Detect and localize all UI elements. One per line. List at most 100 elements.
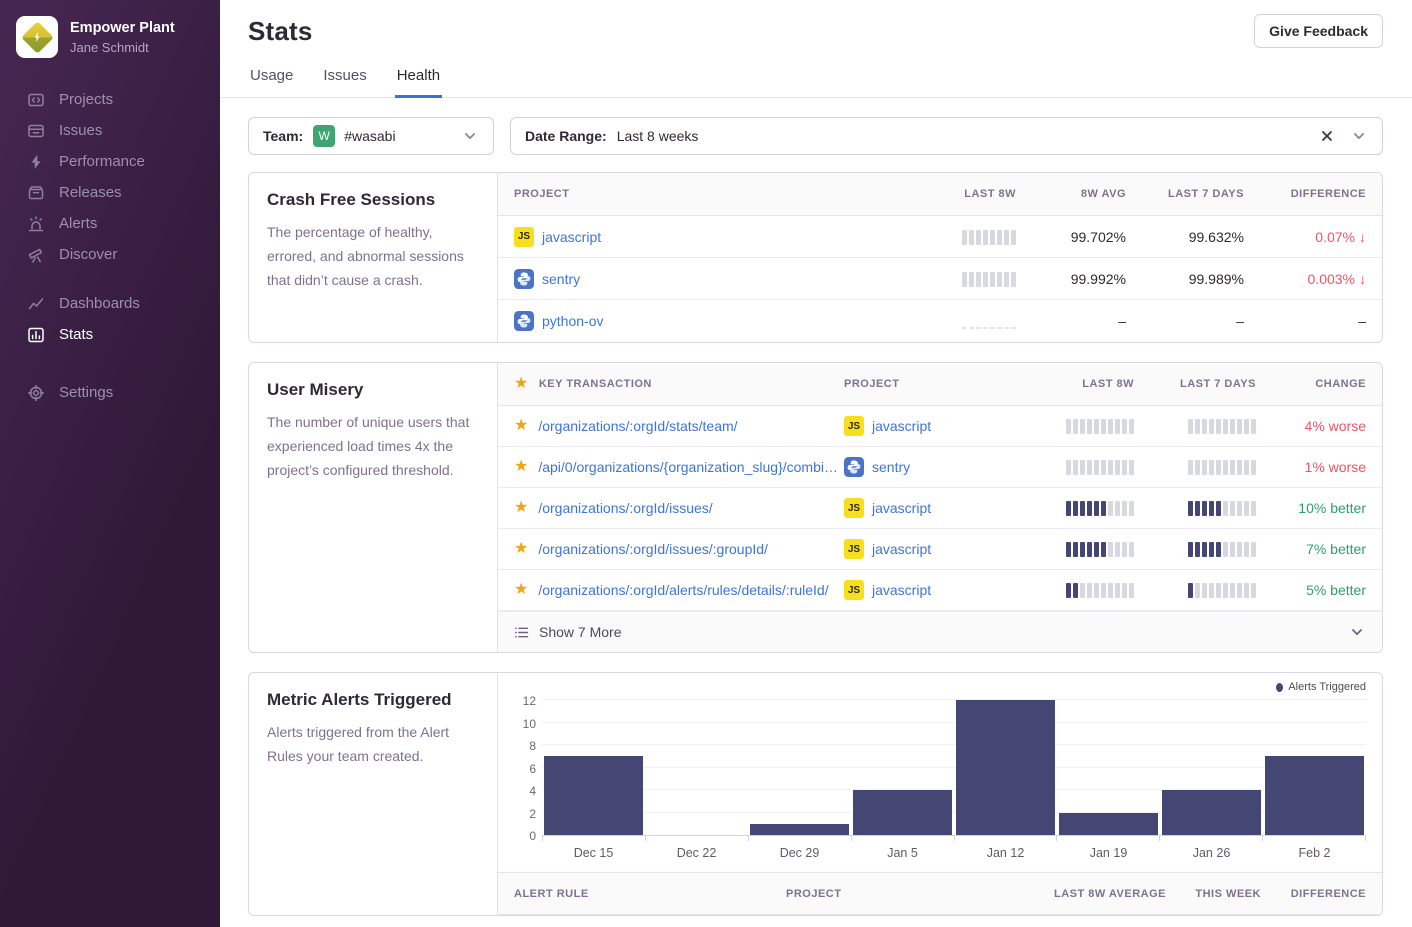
project-link[interactable]: javascript — [872, 418, 931, 434]
org-switcher[interactable]: Empower Plant Jane Schmidt — [0, 16, 220, 58]
chevron-down-icon[interactable] — [1350, 127, 1368, 145]
releases-icon — [27, 184, 45, 202]
project-link[interactable]: javascript — [872, 541, 931, 557]
panel-subtitle: The percentage of healthy, errored, and … — [267, 220, 479, 292]
date-range-select[interactable]: Date Range: Last 8 weeks — [510, 117, 1383, 155]
panel-subtitle: Alerts triggered from the Alert Rules yo… — [267, 720, 479, 768]
clear-icon[interactable] — [1318, 127, 1336, 145]
org-logo — [16, 16, 58, 58]
projects-icon — [27, 91, 45, 109]
python-platform-icon: JS — [844, 457, 864, 477]
sidebar: Empower Plant Jane Schmidt Projects Issu… — [0, 0, 220, 927]
org-name: Empower Plant — [70, 19, 175, 37]
project-link[interactable]: sentry — [872, 459, 910, 475]
date-range-label: Date Range: — [525, 128, 607, 144]
sidebar-item-dashboards[interactable]: Dashboards — [0, 288, 220, 319]
transaction-link[interactable]: /organizations/:orgId/alerts/rules/detai… — [538, 582, 828, 598]
performance-icon — [27, 153, 45, 171]
sidebar-item-alerts[interactable]: Alerts — [0, 208, 220, 239]
table-row: ★ /organizations/:orgId/stats/team/ JS jav… — [498, 406, 1382, 447]
chart-y-axis: 024681012 — [510, 701, 542, 836]
team-avatar: W — [313, 125, 335, 147]
javascript-platform-icon: JS — [514, 227, 534, 247]
alerts-chart-plot — [542, 701, 1366, 836]
page-header: Stats Give Feedback — [220, 0, 1412, 47]
org-user: Jane Schmidt — [70, 40, 175, 55]
sparkline-last-7-days — [1188, 459, 1256, 475]
project-link[interactable]: sentry — [542, 271, 580, 287]
table-header: PROJECT LAST 8W 8W AVG LAST 7 DAYS DIFFE… — [498, 173, 1382, 216]
sparkline-last-8w — [1066, 541, 1134, 557]
team-select[interactable]: Team: W #wasabi — [248, 117, 494, 155]
alerts-triggered-chart: Alerts Triggered 024681012 Dec 15Dec 22D… — [498, 673, 1382, 872]
filter-bar: Team: W #wasabi Date Range: Last 8 weeks — [248, 117, 1383, 155]
avg-8w-value: – — [1016, 313, 1126, 329]
python-platform-icon: JS — [514, 311, 534, 331]
sidebar-nav: Projects Issues Performance Releases Ale… — [0, 84, 220, 408]
tab-health[interactable]: Health — [395, 67, 442, 98]
panel-title: Metric Alerts Triggered — [267, 690, 479, 710]
tab-usage[interactable]: Usage — [248, 67, 295, 98]
sidebar-item-performance[interactable]: Performance — [0, 146, 220, 177]
difference-value: 0.07%↓ — [1315, 229, 1366, 245]
sidebar-item-projects[interactable]: Projects — [0, 84, 220, 115]
give-feedback-button[interactable]: Give Feedback — [1254, 14, 1383, 48]
change-value: 1% worse — [1305, 459, 1366, 475]
change-value: 7% better — [1306, 541, 1366, 557]
sparkline-last-8w — [962, 313, 1016, 329]
sidebar-item-discover[interactable]: Discover — [0, 239, 220, 270]
change-value: 4% worse — [1305, 418, 1366, 434]
user-misery-table: ★KEY TRANSACTION PROJECT LAST 8W LAST 7 … — [498, 363, 1382, 652]
project-link[interactable]: javascript — [542, 229, 601, 245]
project-link[interactable]: javascript — [872, 500, 931, 516]
sidebar-item-releases[interactable]: Releases — [0, 177, 220, 208]
team-select-value: #wasabi — [344, 128, 395, 144]
transaction-link[interactable]: /api/0/organizations/{organization_slug}… — [538, 459, 844, 475]
sparkline-last-8w — [1066, 459, 1134, 475]
transaction-link[interactable]: /organizations/:orgId/stats/team/ — [538, 418, 737, 434]
panel-title: Crash Free Sessions — [267, 190, 479, 210]
key-transaction-star-icon[interactable]: ★ — [514, 582, 528, 598]
sparkline-last-7-days — [1188, 541, 1256, 557]
transaction-link[interactable]: /organizations/:orgId/issues/:groupId/ — [538, 541, 768, 557]
key-transaction-star-icon[interactable]: ★ — [514, 500, 528, 516]
javascript-platform-icon: JS — [844, 498, 864, 518]
javascript-platform-icon: JS — [844, 416, 864, 436]
sparkline-last-8w — [1066, 582, 1134, 598]
transaction-link[interactable]: /organizations/:orgId/issues/ — [538, 500, 712, 516]
key-transaction-star-icon[interactable]: ★ — [514, 418, 528, 434]
panel-title: User Misery — [267, 380, 479, 400]
metric-alerts-body: Alerts Triggered 024681012 Dec 15Dec 22D… — [498, 673, 1382, 915]
arrow-down-icon: ↓ — [1359, 229, 1366, 245]
crash-free-description: Crash Free Sessions The percentage of he… — [249, 173, 498, 342]
chevron-down-icon — [461, 127, 479, 145]
chart-legend[interactable]: Alerts Triggered — [1276, 681, 1366, 693]
javascript-platform-icon: JS — [844, 580, 864, 600]
crash-free-sessions-panel: Crash Free Sessions The percentage of he… — [248, 172, 1383, 343]
bolt-icon — [29, 29, 45, 45]
metric-alerts-panel: Metric Alerts Triggered Alerts triggered… — [248, 672, 1383, 916]
sidebar-item-stats[interactable]: Stats — [0, 319, 220, 350]
chevron-down-icon — [1348, 623, 1366, 641]
show-more-button[interactable]: Show 7 More — [498, 611, 1382, 652]
sidebar-item-issues[interactable]: Issues — [0, 115, 220, 146]
team-select-label: Team: — [263, 128, 303, 144]
key-transaction-star-icon[interactable]: ★ — [514, 541, 528, 557]
chart-bars — [542, 701, 1366, 835]
difference-value: 0.003%↓ — [1308, 271, 1366, 287]
python-platform-icon: JS — [514, 269, 534, 289]
project-link[interactable]: python-ov — [542, 313, 603, 329]
sparkline-last-7-days — [1188, 582, 1256, 598]
table-row: JS javascript 99.702% 99.632% 0.07%↓ — [498, 216, 1382, 258]
change-value: 10% better — [1298, 500, 1366, 516]
sparkline-last-8w — [962, 229, 1016, 245]
project-link[interactable]: javascript — [872, 582, 931, 598]
avg-8w-value: 99.992% — [1016, 271, 1126, 287]
panel-subtitle: The number of unique users that experien… — [267, 410, 479, 482]
sidebar-item-settings[interactable]: Settings — [0, 377, 220, 408]
issues-icon — [27, 122, 45, 140]
arrow-down-icon: ↓ — [1359, 271, 1366, 287]
tab-issues[interactable]: Issues — [321, 67, 368, 98]
key-transaction-star-icon[interactable]: ★ — [514, 459, 528, 475]
metric-alerts-description: Metric Alerts Triggered Alerts triggered… — [249, 673, 498, 915]
